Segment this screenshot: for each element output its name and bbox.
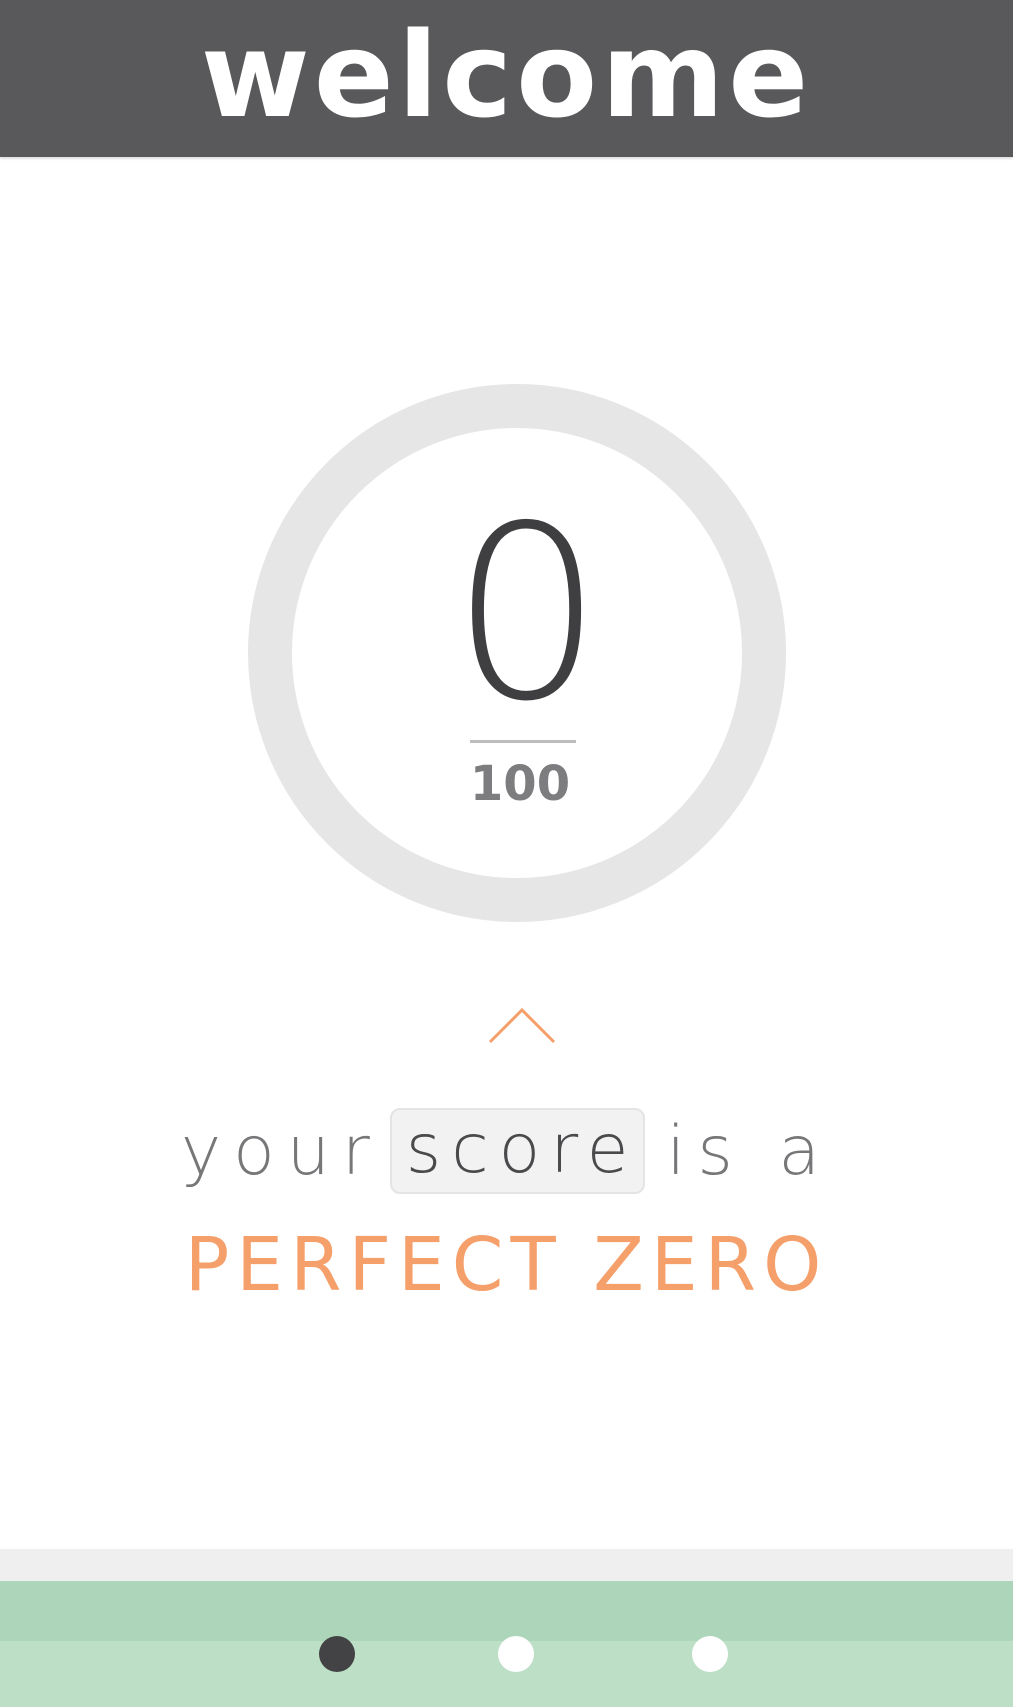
page-indicator [0,1581,1013,1707]
caption-score-chip: score [389,1108,645,1194]
score-result-label: PERFECT ZERO [184,1222,829,1308]
score-divider [470,740,576,743]
score-max: 100 [469,756,571,812]
page-dot-2[interactable] [498,1636,534,1672]
score-gauge: 0 100 [248,384,786,922]
page-title: welcome [200,5,813,144]
page-dot-3[interactable] [692,1636,728,1672]
app-header: welcome [0,0,1013,157]
caption-suffix: is a [666,1111,833,1191]
caption-prefix: your [180,1111,382,1191]
page-dot-1[interactable] [319,1636,355,1672]
chevron-up-icon[interactable] [488,1004,558,1044]
score-value: 0 [450,474,604,754]
divider-strip [0,1549,1013,1581]
score-caption: your score is a [0,1106,1013,1196]
pager-band-top [0,1581,1013,1641]
